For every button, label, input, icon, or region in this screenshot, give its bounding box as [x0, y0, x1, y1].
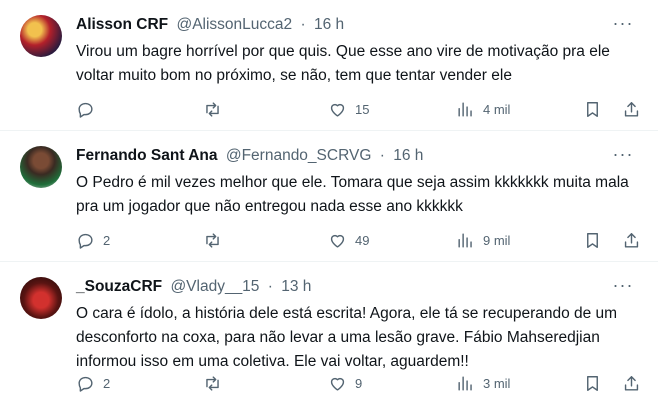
- more-icon[interactable]: ···: [612, 14, 634, 36]
- like-button[interactable]: 49: [328, 228, 369, 252]
- retweet-icon: [206, 375, 219, 391]
- retweet-button[interactable]: [203, 97, 230, 121]
- reply-count: 2: [103, 375, 111, 391]
- heart-icon: [330, 234, 345, 248]
- like-button[interactable]: 15: [328, 97, 369, 121]
- tweet[interactable]: _SouzaCRF @Vlady__15 · 13 h ··· O cara é…: [0, 262, 658, 406]
- share-button[interactable]: [622, 97, 641, 121]
- bookmark-button[interactable]: [583, 228, 602, 252]
- view-count: 3 mil: [483, 375, 511, 391]
- tweet-header: Alisson CRF @AlissonLucca2 · 16 h: [76, 16, 598, 34]
- like-count: 9: [355, 375, 363, 391]
- views-button[interactable]: 4 mil: [456, 97, 510, 121]
- tweet[interactable]: Alisson CRF @AlissonLucca2 · 16 h ··· Vi…: [0, 0, 658, 131]
- more-icon[interactable]: ···: [612, 276, 634, 298]
- retweet-icon: [206, 232, 219, 248]
- timestamp[interactable]: 16 h: [314, 16, 344, 33]
- display-name[interactable]: Fernando Sant Ana: [76, 147, 218, 164]
- bookmark-icon: [587, 101, 598, 117]
- like-count: 15: [355, 101, 370, 117]
- reply-icon: [78, 376, 93, 392]
- timestamp[interactable]: 13 h: [281, 278, 311, 295]
- view-count: 4 mil: [483, 101, 511, 117]
- views-icon: [458, 375, 472, 391]
- like-count: 49: [355, 232, 370, 248]
- action-bar: 2 49 9 mil: [76, 228, 656, 252]
- share-icon: [624, 375, 639, 391]
- retweet-button[interactable]: [203, 228, 230, 252]
- handle[interactable]: @Fernando_SCRVG: [226, 147, 372, 164]
- avatar[interactable]: [20, 15, 62, 57]
- bookmark-icon: [587, 375, 598, 391]
- views-icon: [458, 232, 472, 248]
- display-name[interactable]: Alisson CRF: [76, 16, 168, 33]
- views-icon: [458, 101, 472, 117]
- views-button[interactable]: 9 mil: [456, 228, 510, 252]
- timestamp[interactable]: 16 h: [393, 147, 423, 164]
- reply-icon: [78, 102, 93, 118]
- share-icon: [624, 232, 639, 248]
- reply-count: 2: [103, 232, 111, 248]
- handle[interactable]: @AlissonLucca2: [176, 16, 292, 33]
- display-name[interactable]: _SouzaCRF: [76, 278, 162, 295]
- tweet-text: O cara é ídolo, a história dele está esc…: [76, 305, 618, 370]
- share-button[interactable]: [622, 371, 641, 395]
- tweet-header: _SouzaCRF @Vlady__15 · 13 h: [76, 278, 598, 296]
- retweet-button[interactable]: [203, 371, 230, 395]
- action-bar: 15 4 mil: [76, 97, 656, 121]
- tweet[interactable]: Fernando Sant Ana @Fernando_SCRVG · 16 h…: [0, 131, 658, 262]
- share-button[interactable]: [622, 228, 641, 252]
- separator: ·: [300, 16, 306, 33]
- reply-icon: [78, 233, 93, 249]
- views-button[interactable]: 3 mil: [456, 371, 510, 395]
- tweet-text: O Pedro é mil vezes melhor que ele. Toma…: [76, 174, 629, 215]
- action-bar: 2 9 3 mil: [76, 371, 656, 395]
- tweet-header: Fernando Sant Ana @Fernando_SCRVG · 16 h: [76, 147, 598, 165]
- retweet-icon: [206, 101, 219, 117]
- avatar[interactable]: [20, 146, 62, 188]
- heart-icon: [330, 377, 345, 391]
- reply-button[interactable]: 2: [76, 228, 110, 252]
- bookmark-icon: [587, 232, 598, 248]
- handle[interactable]: @Vlady__15: [170, 278, 259, 295]
- heart-icon: [330, 103, 345, 117]
- view-count: 9 mil: [483, 232, 511, 248]
- bookmark-button[interactable]: [583, 97, 602, 121]
- avatar[interactable]: [20, 277, 62, 319]
- separator: ·: [379, 147, 385, 164]
- reply-button[interactable]: 2: [76, 371, 110, 395]
- separator: ·: [267, 278, 273, 295]
- tweet-text: Virou um bagre horrível por que quis. Qu…: [76, 43, 610, 84]
- like-button[interactable]: 9: [328, 371, 362, 395]
- bookmark-button[interactable]: [583, 371, 602, 395]
- reply-button[interactable]: [76, 97, 103, 121]
- share-icon: [624, 101, 639, 117]
- more-icon[interactable]: ···: [612, 145, 634, 167]
